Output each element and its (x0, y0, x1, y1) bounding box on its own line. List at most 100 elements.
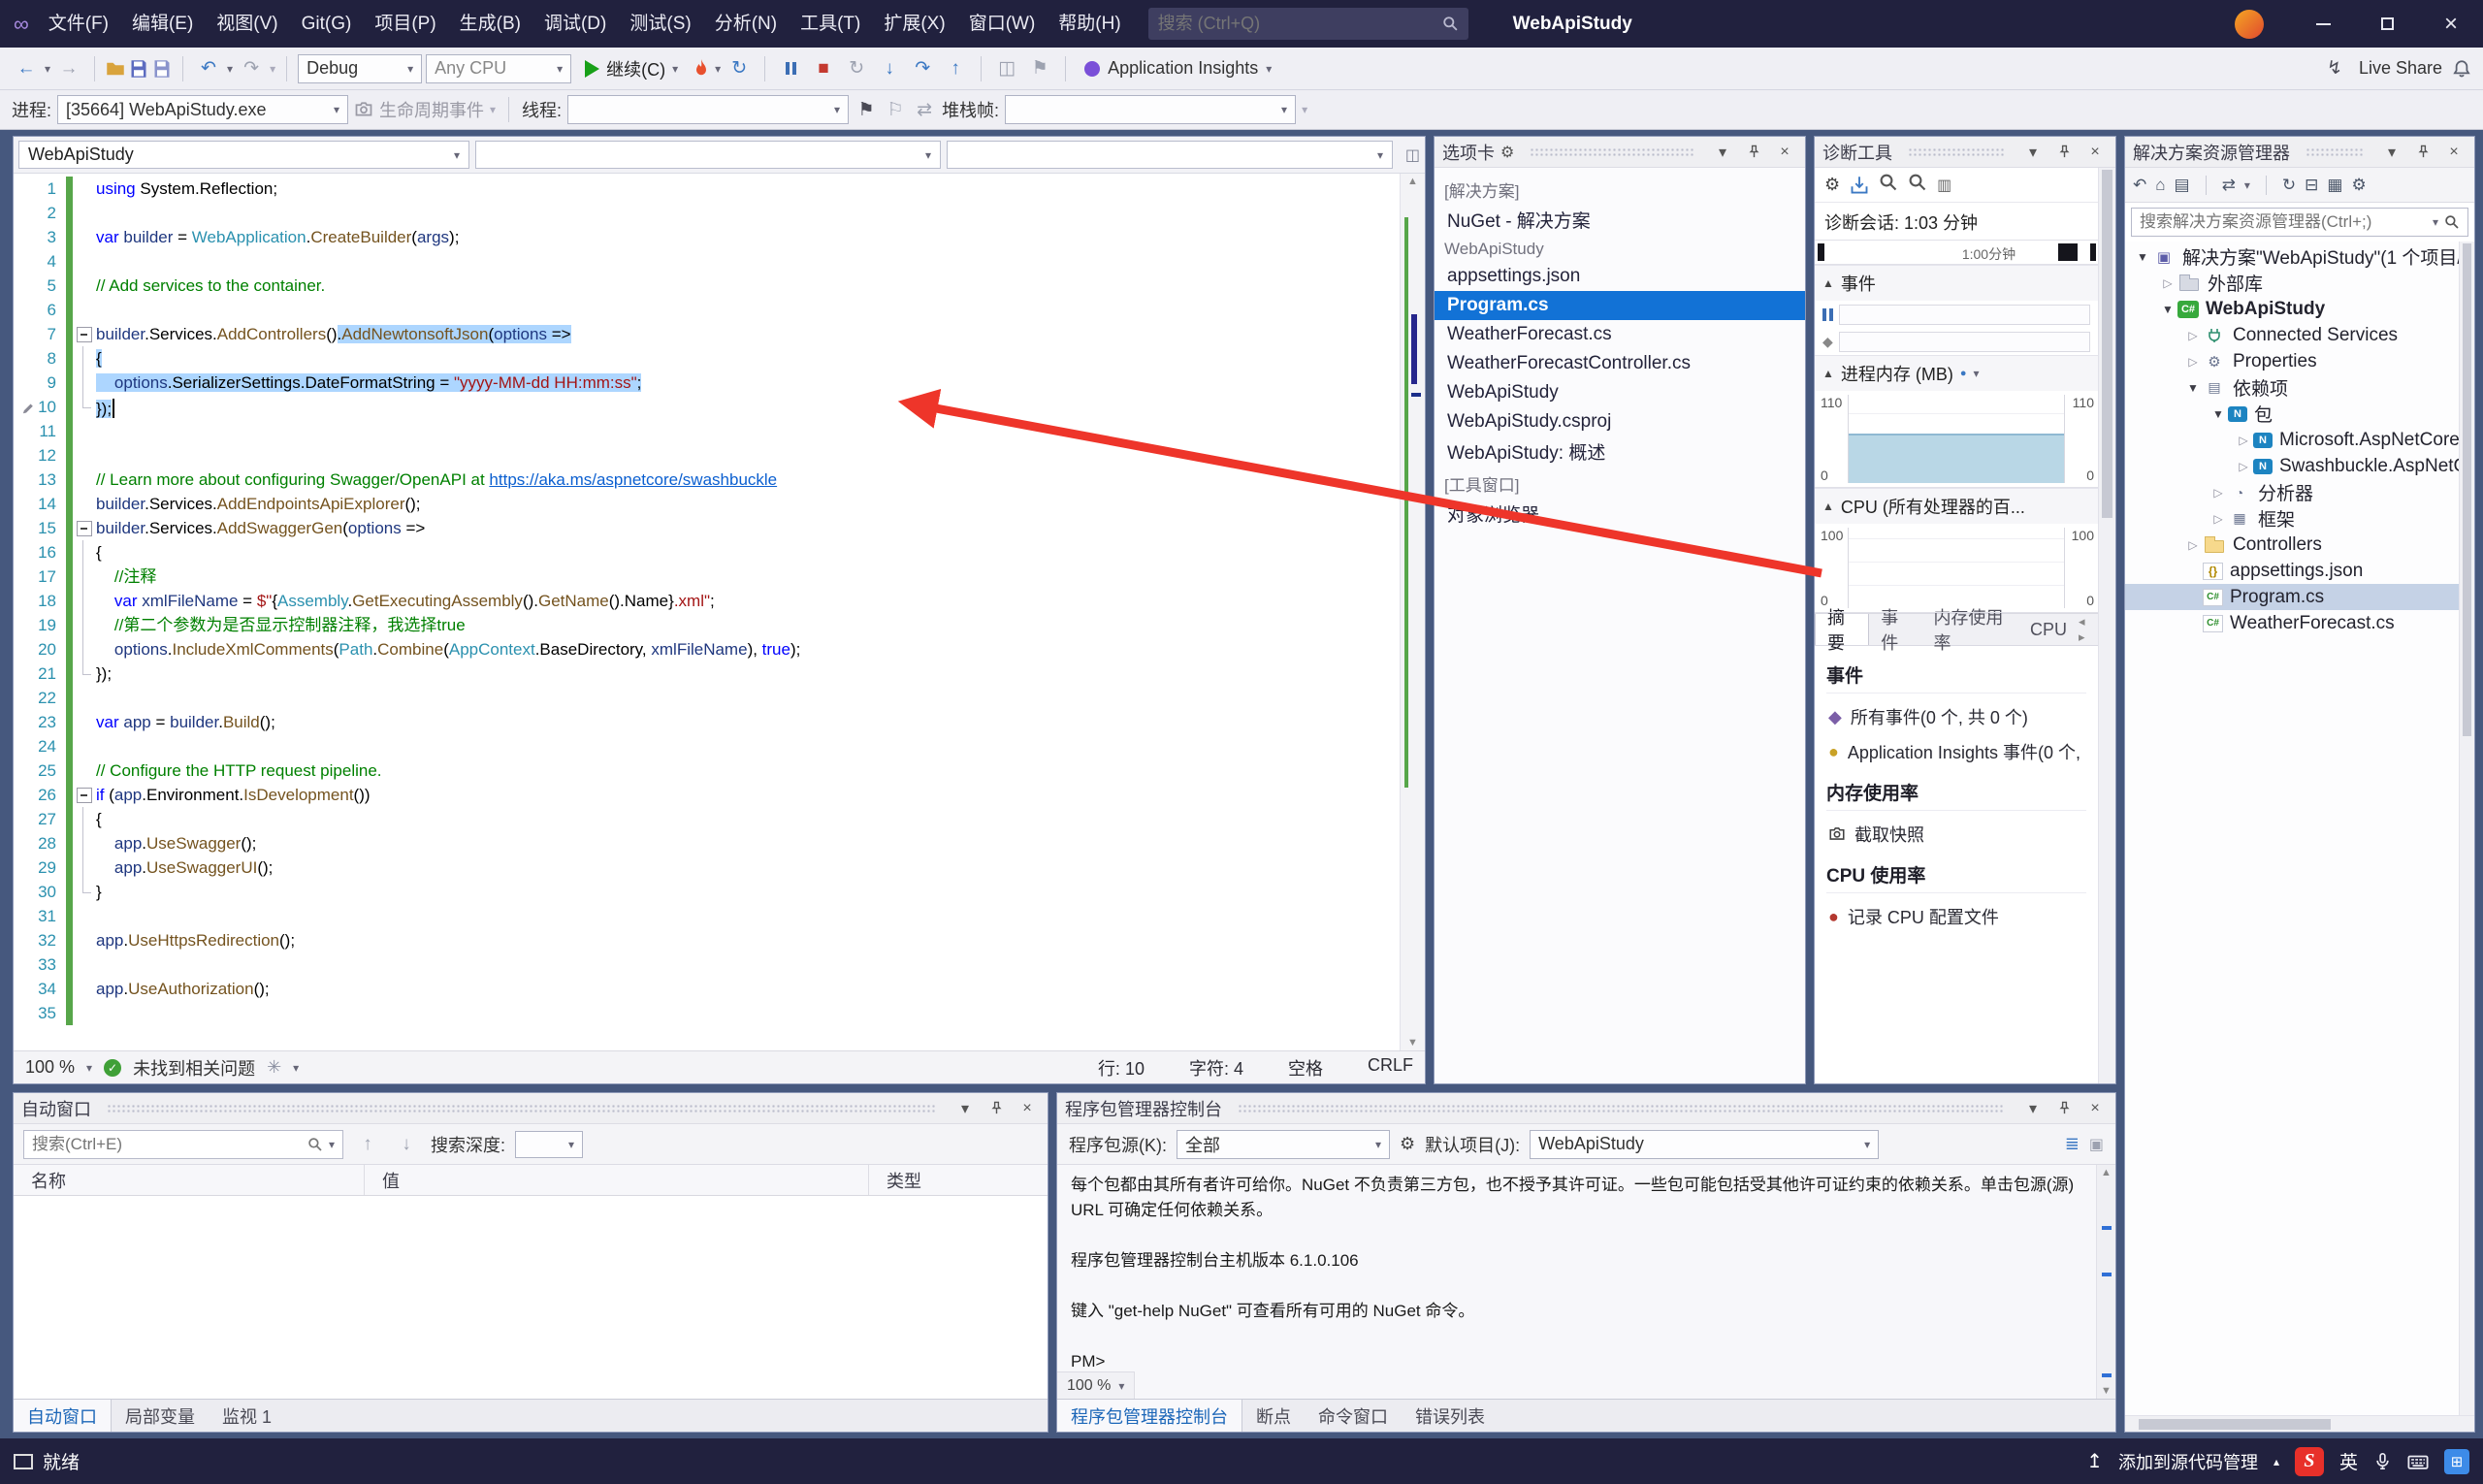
record-cpu-row[interactable]: ●记录 CPU 配置文件 (1826, 899, 2086, 934)
drag-grip[interactable] (107, 1104, 937, 1113)
undo-chevron-icon[interactable]: ▾ (227, 62, 233, 76)
ime-toolbox-icon[interactable]: ⊞ (2444, 1449, 2469, 1474)
tree-item[interactable]: ▷◔分析器 (2125, 479, 2459, 505)
code-line[interactable]: 5// Add services to the container. (14, 274, 1400, 298)
window-position-chevron-icon[interactable]: ▾ (2020, 141, 2046, 164)
fold-marker[interactable] (73, 322, 96, 346)
window-position-chevron-icon[interactable]: ▾ (2020, 1097, 2046, 1120)
solution-platforms-dropdown[interactable]: Any CPU▾ (426, 54, 571, 83)
sogou-ime-icon[interactable]: S (2295, 1447, 2324, 1476)
expand-arrow[interactable]: ▷ (2209, 512, 2228, 526)
code-line[interactable]: 30} (14, 880, 1400, 904)
close-icon[interactable]: × (2441, 141, 2467, 164)
code-line[interactable]: 25// Configure the HTTP request pipeline… (14, 758, 1400, 783)
pmc-tab[interactable]: 断点 (1242, 1400, 1305, 1432)
maximize-button[interactable] (2355, 0, 2419, 48)
document-tab-item[interactable]: appsettings.json (1435, 262, 1805, 291)
editor-zoom-dropdown[interactable]: 100 % (25, 1057, 75, 1078)
package-source-dropdown[interactable]: 全部▾ (1177, 1130, 1390, 1159)
lifecycle-events-label[interactable]: 生命周期事件 (379, 97, 484, 122)
save-icon[interactable] (129, 59, 148, 79)
pmc-tab[interactable]: 错误列表 (1402, 1400, 1499, 1432)
autos-search-box[interactable]: ▾ (23, 1130, 343, 1159)
grid-column-header[interactable]: 名称 (14, 1165, 365, 1195)
menubar-item[interactable]: 分析(N) (703, 0, 789, 48)
code-line[interactable]: 6 (14, 298, 1400, 322)
pin-icon[interactable] (1741, 141, 1766, 164)
clear-console-icon[interactable]: ≣ (2065, 1134, 2080, 1154)
default-project-dropdown[interactable]: WebApiStudy▾ (1530, 1130, 1879, 1159)
expand-arrow[interactable]: ▼ (2133, 250, 2152, 264)
events-section-header[interactable]: ▲事件 (1815, 265, 2098, 301)
pin-icon[interactable] (2410, 141, 2435, 164)
code-line[interactable]: 20 options.IncludeXmlComments(Path.Combi… (14, 637, 1400, 661)
type-dropdown[interactable]: ▾ (475, 141, 941, 169)
step-over-icon[interactable]: ↷ (908, 54, 937, 83)
all-events-row[interactable]: ◆所有事件(0 个, 共 0 个) (1826, 699, 2086, 734)
code-line[interactable]: 21}); (14, 661, 1400, 686)
package-source-settings-gear-icon[interactable]: ⚙ (1400, 1134, 1415, 1154)
grid-column-header[interactable]: 类型 (869, 1165, 1048, 1195)
menubar-item[interactable]: 测试(S) (618, 0, 702, 48)
chart-options-icon[interactable]: ▥ (1937, 176, 1951, 195)
tree-item[interactable]: C#WeatherForecast.cs (2125, 610, 2459, 636)
menubar-item[interactable]: 工具(T) (789, 0, 872, 48)
document-health-label[interactable]: 未找到相关问题 (133, 1055, 255, 1081)
close-icon[interactable]: × (2082, 141, 2108, 164)
code-line[interactable]: 18 var xmlFileName = $"{Assembly.GetExec… (14, 589, 1400, 613)
menubar-item[interactable]: Git(G) (290, 0, 364, 48)
console-output[interactable]: 每个包都由其所有者许可给你。NuGet 不负责第三方包，也不授予其许可证。一些包… (1057, 1165, 2096, 1399)
code-area[interactable]: 1using System.Reflection;23var builder =… (14, 174, 1400, 1050)
code-line[interactable]: 31 (14, 904, 1400, 928)
stop-debugging-icon[interactable]: ■ (809, 54, 838, 83)
autos-tab[interactable]: 自动窗口 (14, 1400, 112, 1432)
menubar-item[interactable]: 帮助(H) (1047, 0, 1132, 48)
continue-button[interactable]: 继续(C) ▾ (575, 53, 688, 84)
code-line[interactable]: 11 (14, 419, 1400, 443)
live-share-label[interactable]: Live Share (2359, 58, 2442, 79)
properties-gear-icon[interactable]: ⚙ (2351, 176, 2366, 195)
tree-item[interactable]: ▼C#WebApiStudy (2125, 296, 2459, 322)
code-line[interactable]: 33 (14, 952, 1400, 977)
quick-search-box[interactable] (1148, 8, 1468, 40)
document-health-icon[interactable]: ✓ (104, 1059, 121, 1077)
lifecycle-events-icon[interactable] (354, 100, 373, 119)
autos-tab[interactable]: 监视 1 (209, 1400, 285, 1432)
tree-item[interactable]: ▷NMicrosoft.AspNetCore. (2125, 427, 2459, 453)
diagnostics-timeline-ruler[interactable]: 1:00分钟 (1815, 240, 2098, 265)
console-zoom-dropdown[interactable]: 100 %▾ (1057, 1371, 1135, 1399)
stack-frame-dropdown[interactable]: ▾ (1005, 95, 1296, 124)
notifications-bell-icon[interactable] (2452, 59, 2471, 79)
switch-views-icon[interactable]: ▤ (2175, 176, 2190, 195)
tabs-settings-gear-icon[interactable]: ⚙ (1500, 143, 1514, 162)
document-tab-item[interactable]: WeatherForecast.cs (1435, 320, 1805, 349)
code-line[interactable]: 22 (14, 686, 1400, 710)
diagnostics-settings-gear-icon[interactable]: ⚙ (1824, 175, 1840, 195)
menubar-item[interactable]: 调试(D) (532, 0, 618, 48)
menubar-item[interactable]: 窗口(W) (957, 0, 1048, 48)
code-line[interactable]: 4 (14, 249, 1400, 274)
autos-search-input[interactable] (32, 1135, 302, 1154)
expand-arrow[interactable]: ▷ (2183, 329, 2203, 342)
pmc-tab[interactable]: 程序包管理器控制台 (1057, 1400, 1242, 1432)
expand-arrow[interactable]: ▼ (2209, 407, 2228, 421)
tree-item[interactable]: ▷▦框架 (2125, 505, 2459, 532)
autos-tab[interactable]: 局部变量 (112, 1400, 209, 1432)
code-line[interactable]: 34app.UseAuthorization(); (14, 977, 1400, 1001)
code-line[interactable]: 12 (14, 443, 1400, 468)
code-line[interactable]: 10}); (14, 395, 1400, 419)
code-line[interactable]: 9 options.SerializerSettings.DateFormatS… (14, 371, 1400, 395)
solution-search-input[interactable] (2140, 212, 2427, 232)
solution-vertical-scrollbar[interactable] (2459, 242, 2474, 1415)
step-into-icon[interactable]: ↓ (875, 54, 904, 83)
diagnostics-tab[interactable]: 事件 (1869, 614, 1921, 645)
zoom-in-icon[interactable] (1879, 173, 1898, 197)
close-icon[interactable]: × (1015, 1097, 1040, 1120)
user-avatar[interactable] (2235, 10, 2264, 39)
tree-item[interactable]: ▷Controllers (2125, 532, 2459, 558)
code-line[interactable]: 1using System.Reflection; (14, 177, 1400, 201)
code-line[interactable]: 29 app.UseSwaggerUI(); (14, 855, 1400, 880)
window-position-chevron-icon[interactable]: ▾ (952, 1097, 978, 1120)
search-previous-icon[interactable]: ↑ (353, 1130, 382, 1159)
sync-with-active-document-icon[interactable]: ⇄ (2222, 176, 2236, 195)
